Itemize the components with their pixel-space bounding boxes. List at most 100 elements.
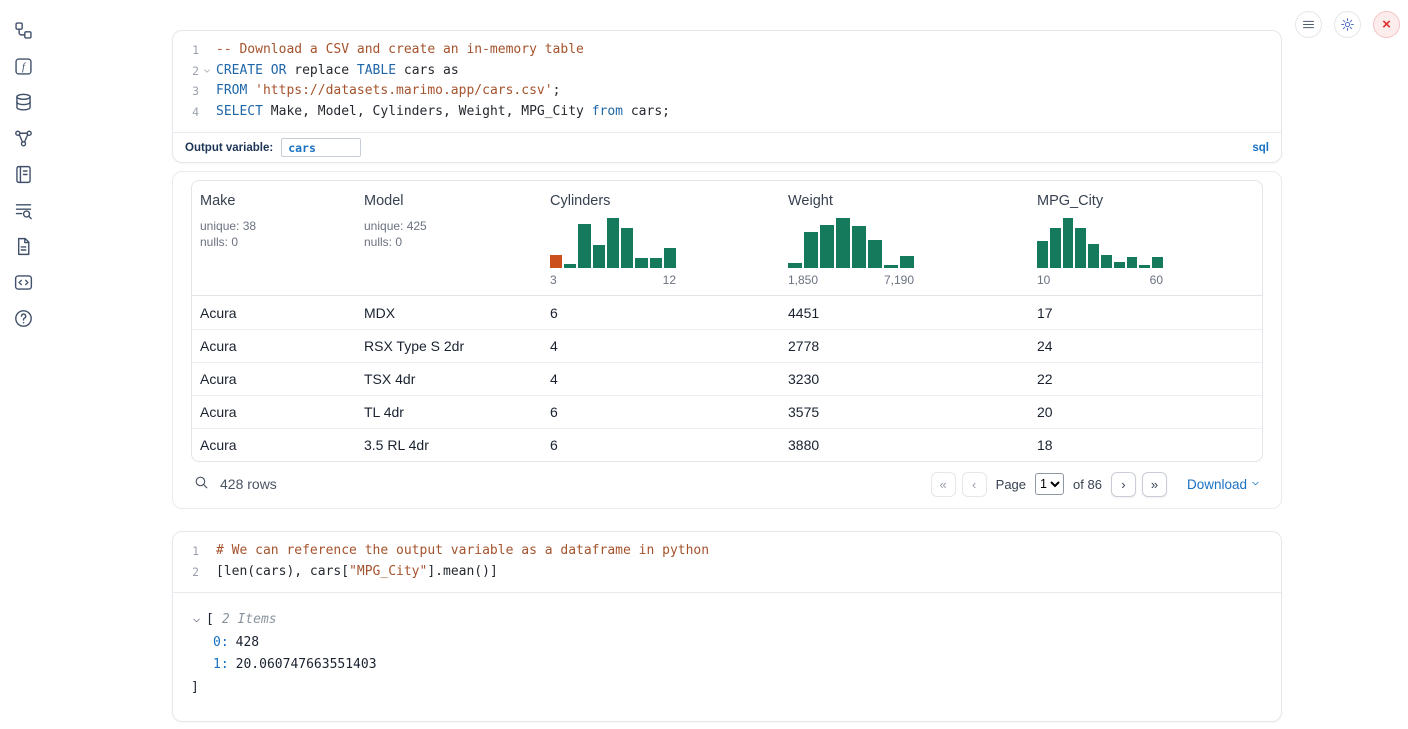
column-stat: nulls: 0 <box>200 234 348 250</box>
histogram-bar[interactable] <box>1114 262 1125 268</box>
histogram-bar[interactable] <box>836 218 850 268</box>
column-histogram[interactable] <box>788 218 914 268</box>
line-number: 1 <box>173 40 199 61</box>
code-line-text: CREATE OR replace TABLE cars as <box>214 61 459 82</box>
table-cell: 20 <box>1029 404 1262 420</box>
page-total-label: of 86 <box>1073 477 1102 492</box>
histogram-bar[interactable] <box>852 226 866 268</box>
left-icon-rail: f <box>0 0 46 329</box>
last-page-button[interactable]: » <box>1142 472 1167 497</box>
column-stat: unique: 425 <box>364 218 534 234</box>
settings-button[interactable] <box>1334 11 1361 38</box>
histogram-bar[interactable] <box>1050 228 1061 268</box>
column-name[interactable]: Make <box>200 193 348 209</box>
histogram-bar[interactable] <box>550 255 562 268</box>
code-line[interactable]: 1-- Download a CSV and create an in-memo… <box>173 40 1281 61</box>
logs-icon[interactable] <box>13 200 34 221</box>
fold-slot <box>199 81 214 102</box>
histogram-bar[interactable] <box>635 258 647 268</box>
sql-cell-footer: Output variable: sql <box>173 132 1281 162</box>
column-header-model[interactable]: Modelunique: 425nulls: 0 <box>356 191 542 287</box>
line-number: 4 <box>173 102 199 123</box>
table-cell: 22 <box>1029 371 1262 387</box>
histogram-axis: 1060 <box>1037 273 1163 287</box>
python-code-editor[interactable]: 1# We can reference the output variable … <box>173 532 1281 592</box>
file-explorer-icon[interactable] <box>13 20 34 41</box>
histogram-bar[interactable] <box>868 240 882 268</box>
code-line[interactable]: 4SELECT Make, Model, Cylinders, Weight, … <box>173 102 1281 123</box>
download-button[interactable]: Download <box>1187 477 1261 492</box>
next-page-button[interactable]: › <box>1111 472 1136 497</box>
data-table: Makeunique: 38nulls: 0 Model unique: 425 nu… <box>191 180 1263 462</box>
table-cell: Acura <box>192 371 356 387</box>
histogram-bar[interactable] <box>1101 255 1112 268</box>
column-header-make[interactable]: Makeunique: 38nulls: 0 <box>192 191 356 287</box>
shutdown-button[interactable]: × <box>1373 11 1400 38</box>
histogram-bar[interactable] <box>1088 244 1099 268</box>
dependency-graph-icon[interactable] <box>13 128 34 149</box>
histogram-bar[interactable] <box>593 245 605 268</box>
code-line[interactable]: 2 CREATE OR replace TABLE cars as <box>173 61 1281 82</box>
table-row[interactable]: Acura3.5 RL 4dr6388018 <box>192 428 1262 461</box>
tree-collapse-icon[interactable] <box>191 615 202 626</box>
histogram-bar[interactable] <box>804 232 818 268</box>
column-name[interactable]: Cylinders <box>550 193 772 209</box>
search-icon[interactable] <box>193 474 210 494</box>
histogram-bar[interactable] <box>1063 218 1074 268</box>
histogram-bar[interactable] <box>884 265 898 268</box>
histogram-bar[interactable] <box>607 218 619 268</box>
line-number: 2 <box>173 61 199 82</box>
table-row[interactable]: AcuraTSX 4dr4323022 <box>192 362 1262 395</box>
histogram-bar[interactable] <box>578 224 590 268</box>
sql-code-editor[interactable]: 1-- Download a CSV and create an in-memo… <box>173 31 1281 132</box>
histogram-bar[interactable] <box>820 225 834 268</box>
documentation-icon[interactable] <box>13 236 34 257</box>
code-line[interactable]: 2[len(cars), cars["MPG_City"].mean()] <box>173 562 1281 583</box>
snippets-icon[interactable] <box>13 272 34 293</box>
histogram-bar[interactable] <box>1139 265 1150 268</box>
table-row[interactable]: AcuraMDX6445117 <box>192 296 1262 329</box>
column-header-weight[interactable]: Weight1,8507,190 <box>780 191 1029 287</box>
prev-page-button[interactable]: ‹ <box>962 472 987 497</box>
scratchpad-icon[interactable]: f <box>13 56 34 77</box>
code-line[interactable]: 3FROM 'https://datasets.marimo.app/cars.… <box>173 81 1281 102</box>
histogram-bar[interactable] <box>1075 228 1086 268</box>
histogram-bar[interactable] <box>1037 241 1048 269</box>
help-icon[interactable] <box>13 308 34 329</box>
table-row[interactable]: AcuraRSX Type S 2dr4277824 <box>192 329 1262 362</box>
table-header: Makeunique: 38nulls: 0 Model unique: 425 nu… <box>192 181 1262 296</box>
code-line[interactable]: 1# We can reference the output variable … <box>173 541 1281 562</box>
table-cell: TSX 4dr <box>356 371 542 387</box>
histogram-bar[interactable] <box>788 263 802 268</box>
output-variable-input[interactable] <box>281 138 361 157</box>
datasources-icon[interactable] <box>13 92 34 113</box>
pagination: «‹Page1of 86›»Download <box>931 472 1261 497</box>
column-histogram[interactable] <box>550 218 676 268</box>
page-select[interactable]: 1 <box>1035 473 1064 495</box>
histogram-bar[interactable] <box>900 256 914 269</box>
histogram-bar[interactable] <box>564 264 576 268</box>
fold-toggle-icon[interactable] <box>199 61 214 82</box>
fold-slot <box>199 541 214 562</box>
python-output: [2 Items0:4281:20.060747663551403] <box>173 592 1281 721</box>
column-histogram[interactable] <box>1037 218 1163 268</box>
column-name[interactable]: MPG_City <box>1037 193 1254 209</box>
histogram-axis: 312 <box>550 273 676 287</box>
column-name[interactable]: Model <box>364 193 534 209</box>
notebook-menu-button[interactable] <box>1295 11 1322 38</box>
table-row[interactable]: AcuraTL 4dr6357520 <box>192 395 1262 428</box>
histogram-bar[interactable] <box>664 248 676 268</box>
histogram-bar[interactable] <box>650 258 662 268</box>
histogram-bar[interactable] <box>1127 257 1138 268</box>
histogram-bar[interactable] <box>1152 257 1163 268</box>
histogram-bar[interactable] <box>621 228 633 268</box>
first-page-button[interactable]: « <box>931 472 956 497</box>
column-header-cylinders[interactable]: Cylinders 312 <box>542 191 780 287</box>
column-header-mpg_city[interactable]: MPG_City 1060 <box>1029 191 1262 287</box>
table-cell: 6 <box>542 305 780 321</box>
outline-icon[interactable] <box>13 164 34 185</box>
tree-root[interactable]: [2 Items <box>191 609 1263 632</box>
column-name[interactable]: Weight <box>788 193 1021 209</box>
table-cell: Acura <box>192 404 356 420</box>
sql-cell: 1-- Download a CSV and create an in-memo… <box>172 30 1282 163</box>
